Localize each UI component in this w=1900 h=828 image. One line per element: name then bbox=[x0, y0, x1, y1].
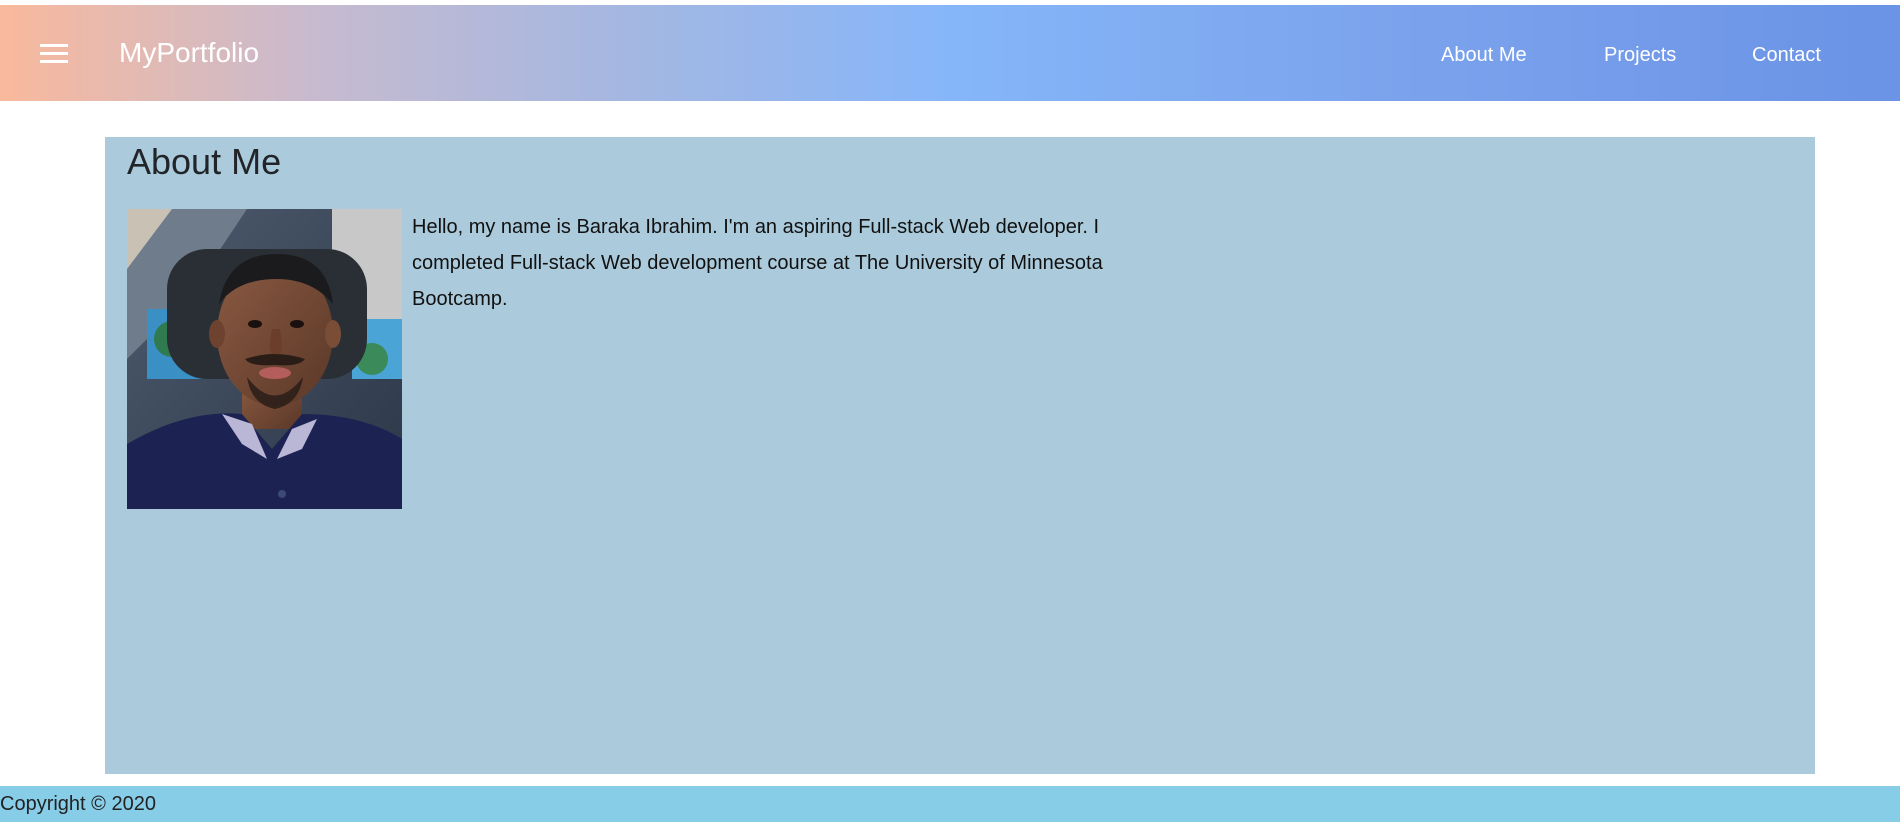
nav-link-about-me[interactable]: About Me bbox=[1441, 43, 1527, 67]
brand-link[interactable]: MyPortfolio bbox=[119, 37, 259, 69]
nav-link-projects[interactable]: Projects bbox=[1604, 43, 1676, 67]
nav-link-contact[interactable]: Contact bbox=[1752, 43, 1821, 67]
profile-photo bbox=[127, 209, 402, 509]
about-card: About Me Hello, my name is Baraka Ibrahi… bbox=[105, 137, 1815, 774]
bio-text: Hello, my name is Baraka Ibrahim. I'm an… bbox=[412, 216, 1103, 310]
page-title: About Me bbox=[127, 141, 282, 182]
copyright-text: Copyright © 2020 bbox=[0, 793, 156, 815]
footer: Copyright © 2020 bbox=[0, 786, 1900, 822]
navbar: MyPortfolio About Me Projects Contact bbox=[0, 5, 1900, 101]
hamburger-menu-icon[interactable] bbox=[40, 44, 68, 64]
